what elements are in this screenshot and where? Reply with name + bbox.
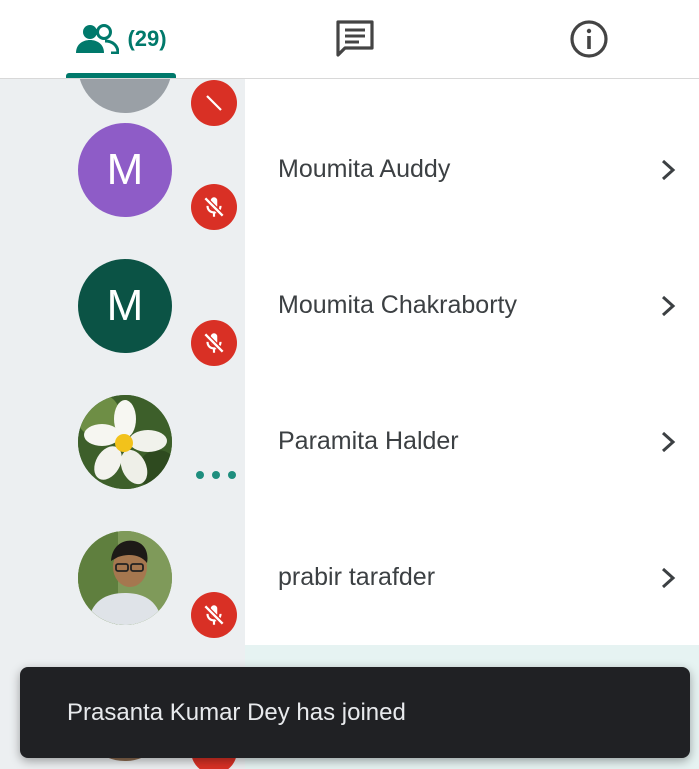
active-tab-indicator: [66, 73, 176, 78]
chevron-right-icon[interactable]: [656, 563, 680, 593]
chevron-right-icon[interactable]: [656, 291, 680, 321]
people-icon: [76, 24, 120, 54]
tab-chat[interactable]: [320, 0, 390, 78]
chevron-right-icon[interactable]: [656, 155, 680, 185]
toast-message: Prasanta Kumar Dey has joined: [67, 698, 406, 726]
participant-name: Moumita Auddy: [278, 155, 451, 183]
avatar-letter: M: [106, 281, 144, 330]
person-photo-avatar: [78, 531, 172, 625]
flower-photo-avatar: [78, 395, 172, 489]
participant-row[interactable]: prabir tarafder: [0, 531, 699, 667]
participant-row[interactable]: M Moumita Auddy: [0, 123, 699, 259]
avatar: [78, 531, 172, 625]
more-options-icon[interactable]: [196, 469, 236, 481]
mic-off-icon: [206, 95, 222, 111]
tab-people[interactable]: (29): [66, 0, 176, 78]
chat-icon: [336, 20, 374, 57]
avatar: [78, 395, 172, 489]
partial-participant-row: [0, 79, 699, 126]
participant-row[interactable]: M Moumita Chakraborty: [0, 259, 699, 395]
participant-name: Moumita Chakraborty: [278, 291, 517, 319]
muted-mic-badge: [191, 184, 237, 230]
participant-list[interactable]: M Moumita Auddy M Moumita Chakraborty Pa…: [0, 79, 699, 769]
mic-off-icon: [203, 332, 225, 354]
avatar: M: [78, 259, 172, 353]
join-notification-toast: Prasanta Kumar Dey has joined: [20, 667, 690, 758]
mic-off-icon: [203, 604, 225, 626]
avatar-letter: M: [106, 145, 144, 194]
muted-mic-badge: [191, 592, 237, 638]
participant-row[interactable]: Paramita Halder: [0, 395, 699, 531]
tab-bar: (29): [0, 0, 699, 79]
muted-mic-badge: [191, 320, 237, 366]
info-icon: [570, 20, 608, 58]
tab-info[interactable]: [554, 0, 624, 78]
participant-name: Paramita Halder: [278, 427, 459, 455]
muted-mic-badge: [191, 80, 237, 126]
participant-name: prabir tarafder: [278, 563, 436, 591]
chevron-right-icon[interactable]: [656, 427, 680, 457]
participant-count: (29): [127, 26, 167, 51]
mic-off-icon: [203, 196, 225, 218]
avatar: M: [78, 123, 172, 217]
